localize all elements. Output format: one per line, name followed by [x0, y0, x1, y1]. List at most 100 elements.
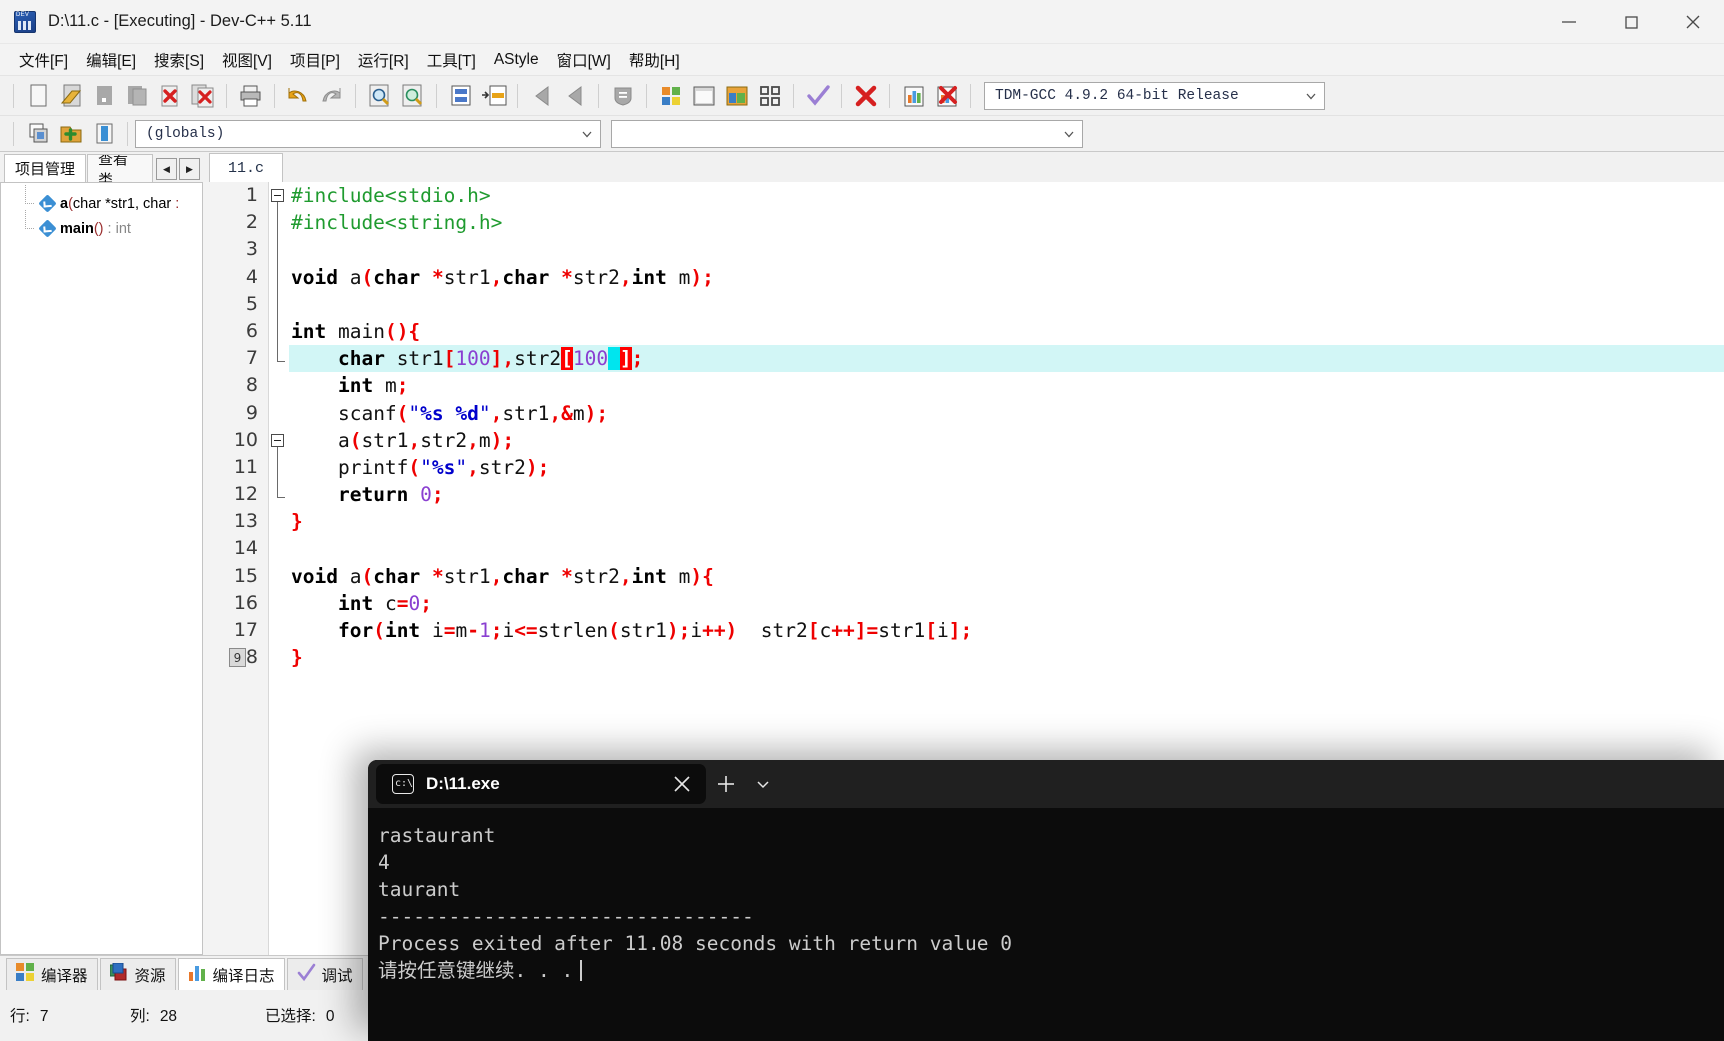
- code-line[interactable]: int c=0;: [289, 590, 1724, 617]
- editor-tab-11c[interactable]: 11.c: [209, 153, 284, 182]
- code-line[interactable]: for(int i=m-1;i<=strlen(str1);i++) str2[…: [289, 617, 1724, 644]
- code-line[interactable]: [289, 535, 1724, 562]
- scope-select[interactable]: (globals): [135, 119, 601, 148]
- open-book-icon[interactable]: [87, 118, 120, 150]
- title-bar: D:\11.c - [Executing] - Dev-C++ 5.11: [0, 0, 1724, 44]
- class-tree-item-main[interactable]: main() : int: [1, 210, 202, 241]
- print-icon[interactable]: [234, 80, 267, 112]
- line-number: 11: [233, 455, 258, 478]
- status-line-label: 行:: [10, 1008, 30, 1025]
- open-file-icon[interactable]: [54, 80, 87, 112]
- run-icon[interactable]: [687, 80, 720, 112]
- prev-arrow-icon[interactable]: ◀: [156, 158, 178, 180]
- console-tab-title: D:\11.exe: [426, 774, 500, 793]
- code-line[interactable]: void a(char *str1,char *str2,int m);: [289, 264, 1724, 291]
- undo-icon[interactable]: [282, 80, 315, 112]
- code-line[interactable]: void a(char *str1,char *str2,int m){: [289, 563, 1724, 590]
- fold-marker-a[interactable]: [271, 434, 284, 447]
- menu-project[interactable]: 项目[P]: [281, 46, 349, 74]
- code-line[interactable]: [289, 236, 1724, 263]
- fold-end: [277, 361, 285, 362]
- compile-icon[interactable]: [654, 80, 687, 112]
- fold-column[interactable]: [269, 182, 289, 955]
- tab-project-manager[interactable]: 项目管理: [4, 154, 87, 182]
- line-number-gutter: 1234567891011121314151617189: [203, 182, 269, 955]
- status-selected-label: 已选择:: [265, 1008, 316, 1025]
- code-line[interactable]: [289, 291, 1724, 318]
- close-all-files-icon[interactable]: [186, 80, 219, 112]
- tab-class-browser[interactable]: 查看类: [87, 154, 154, 182]
- tab-resources[interactable]: 资源: [99, 958, 176, 990]
- menu-tools[interactable]: 工具[T]: [418, 46, 485, 74]
- rebuild-all-icon[interactable]: [753, 80, 786, 112]
- toolbar-separator: [793, 83, 794, 108]
- menu-run[interactable]: 运行[R]: [349, 46, 418, 74]
- menu-help[interactable]: 帮助[H]: [620, 46, 689, 74]
- left-panel-tabs: 项目管理 查看类 ◀ ▶: [0, 152, 203, 182]
- console-window[interactable]: D:\11.exe rastaurant 4 taurant ------------…: [368, 760, 1724, 1041]
- syntax-check-icon[interactable]: [801, 80, 834, 112]
- tab-compile-log[interactable]: 编译日志: [177, 958, 285, 990]
- code-line[interactable]: #include<string.h>: [289, 209, 1724, 236]
- code-line[interactable]: int main(){: [289, 318, 1724, 345]
- add-to-project-icon[interactable]: [54, 118, 87, 150]
- tab-compiler[interactable]: 编译器: [6, 958, 98, 990]
- console-tab[interactable]: D:\11.exe: [376, 764, 706, 804]
- unindent-icon[interactable]: [525, 80, 558, 112]
- menu-search[interactable]: 搜索[S]: [145, 46, 213, 74]
- toggle-comment-icon[interactable]: [606, 80, 639, 112]
- close-file-icon[interactable]: [153, 80, 186, 112]
- close-icon[interactable]: [1662, 0, 1724, 44]
- line-number: 4: [245, 265, 258, 288]
- chevron-down-icon[interactable]: [746, 764, 780, 804]
- code-line[interactable]: return 0;: [289, 481, 1724, 508]
- status-selected-value: 0: [325, 1008, 335, 1025]
- menu-window[interactable]: 窗口[W]: [548, 46, 620, 74]
- compile-and-run-icon[interactable]: [720, 80, 753, 112]
- find-icon[interactable]: [363, 80, 396, 112]
- code-line[interactable]: char str1[100],str2[100 ];: [289, 345, 1724, 373]
- redo-icon[interactable]: [315, 80, 348, 112]
- find-replace-icon[interactable]: [396, 80, 429, 112]
- code-line[interactable]: #include<stdio.h>: [289, 182, 1724, 209]
- new-file-icon[interactable]: [21, 80, 54, 112]
- menu-view[interactable]: 视图[V]: [213, 46, 281, 74]
- class-tree-item-a[interactable]: a(char *str1, char :: [1, 185, 202, 216]
- tab-debug-label: 调试: [321, 967, 353, 985]
- console-title-bar: D:\11.exe: [368, 760, 1724, 808]
- class-browser-tree[interactable]: a(char *str1, char : main() : int: [0, 182, 203, 955]
- plus-icon[interactable]: [706, 764, 746, 804]
- goto-function-icon[interactable]: [477, 80, 510, 112]
- code-line[interactable]: int m;: [289, 372, 1724, 399]
- stop-execution-icon[interactable]: [849, 80, 882, 112]
- goto-line-icon[interactable]: [444, 80, 477, 112]
- compiler-select[interactable]: TDM-GCC 4.9.2 64-bit Release: [984, 81, 1325, 110]
- save-file-icon[interactable]: [87, 80, 120, 112]
- tab-debug[interactable]: 调试: [286, 958, 363, 990]
- compiler-select-value: TDM-GCC 4.9.2 64-bit Release: [995, 87, 1239, 104]
- profile-icon[interactable]: [897, 80, 930, 112]
- menu-file[interactable]: 文件[F]: [10, 46, 77, 74]
- code-line[interactable]: }: [289, 508, 1724, 535]
- indent-icon[interactable]: [558, 80, 591, 112]
- console-line: 4: [378, 851, 390, 874]
- fold-marker-main[interactable]: [271, 189, 284, 202]
- menu-astyle[interactable]: AStyle: [485, 48, 548, 72]
- next-arrow-icon[interactable]: ▶: [179, 158, 201, 180]
- minimize-icon[interactable]: [1538, 0, 1600, 44]
- code-line[interactable]: }: [289, 644, 1724, 671]
- line-number: 8: [245, 374, 258, 397]
- code-line[interactable]: scanf("%s %d",str1,&m);: [289, 400, 1724, 427]
- code-line[interactable]: printf("%s",str2);: [289, 454, 1724, 481]
- close-icon[interactable]: [670, 772, 694, 796]
- save-all-icon[interactable]: [120, 80, 153, 112]
- line-number: 189: [203, 644, 268, 671]
- delete-profile-icon[interactable]: [930, 80, 963, 112]
- code-line[interactable]: a(str1,str2,m);: [289, 427, 1724, 454]
- member-select[interactable]: [611, 119, 1083, 148]
- maximize-icon[interactable]: [1600, 0, 1662, 44]
- status-column-label: 列:: [130, 1008, 150, 1025]
- new-project-icon[interactable]: [21, 118, 54, 150]
- editor-tabs: 11.c: [203, 152, 1724, 182]
- menu-edit[interactable]: 编辑[E]: [77, 46, 145, 74]
